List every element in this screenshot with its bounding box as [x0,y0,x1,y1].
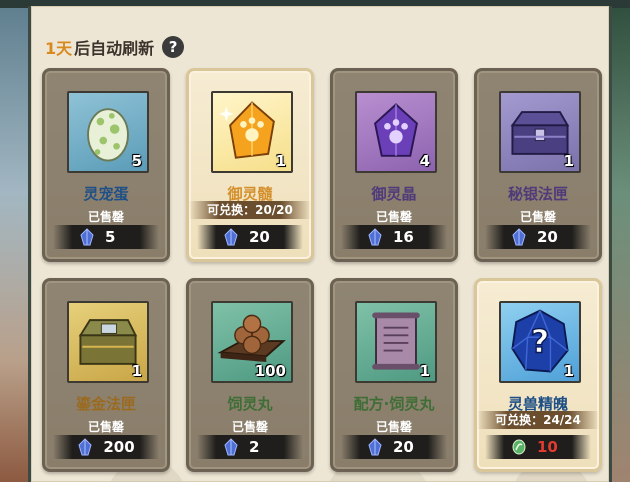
sold-out-label: 已售罄 [519,210,556,224]
help-icon[interactable]: ? [162,36,185,58]
exchange-limit-label: 可兑换：20/20 [189,201,311,219]
blue-crystal-icon [512,228,526,246]
blue-crystal-icon [224,438,238,456]
shop-item-card[interactable]: 1 配方·饲灵丸 已售罄 20 [330,278,458,472]
price-bar: 16 [341,225,447,249]
item-image-box: 100 [211,301,293,383]
blue-crystal-icon [80,228,94,246]
refresh-days: 1天 [45,39,73,58]
item-price: 2 [249,438,260,456]
item-image-box: 1 [67,301,149,383]
shop-item-card[interactable]: ? 1 灵兽精魄 可兑换：24/24 10 [474,278,602,472]
shop-item-card[interactable]: 1 秘银法匣 已售罄 20 [474,68,602,262]
item-name: 饲灵丸 [227,395,273,413]
item-image-box: 1 [499,91,581,173]
price-bar: 2 [197,435,303,459]
price-bar: 5 [53,225,159,249]
exchange-limit-label: 可兑换：24/24 [477,411,599,429]
shop-item-card[interactable]: 1 鎏金法匣 已售罄 200 [42,278,170,472]
item-quantity: 100 [254,362,286,380]
sold-out-label: 已售罄 [375,420,412,434]
shop-item-card[interactable]: 1 御灵髓 可兑换：20/20 20 [186,68,314,262]
sold-out-label: 已售罄 [375,210,412,224]
blue-crystal-icon [368,228,382,246]
item-image-box: ? 1 [499,301,581,383]
shop-item-card[interactable]: 5 灵宠蛋 已售罄 5 [42,68,170,262]
item-quantity: 1 [131,362,142,380]
refresh-text: 后自动刷新 [74,39,155,58]
item-quantity: 1 [275,152,286,170]
item-image-box: 5 [67,91,149,173]
shop-item-card[interactable]: 4 御灵晶 已售罄 16 [330,68,458,262]
item-quantity: 1 [419,362,430,380]
sold-out-label: 已售罄 [231,420,268,434]
background-scenery-right [610,0,630,482]
item-image-box: 1 [355,301,437,383]
price-bar: 20 [341,435,447,459]
background-scenery-left [0,0,30,482]
item-price: 16 [393,228,414,246]
item-quantity: 1 [563,362,574,380]
sold-out-label: 已售罄 [87,210,124,224]
blue-crystal-icon [78,438,92,456]
item-price: 20 [393,438,414,456]
price-bar: 20 [197,225,303,249]
item-quantity: 5 [131,152,142,170]
item-price: 5 [105,228,116,246]
blue-crystal-icon [224,228,238,246]
item-name: 御灵晶 [371,185,417,203]
blue-crystal-icon [368,438,382,456]
item-name: 秘银法匣 [507,185,568,203]
sold-out-label: 已售罄 [87,420,124,434]
price-bar: 20 [485,225,591,249]
svg-text:?: ? [531,322,550,360]
item-price: 20 [537,228,558,246]
item-price: 10 [537,438,558,456]
item-name: 鎏金法匣 [75,395,136,413]
item-quantity: 1 [563,152,574,170]
item-name: 灵宠蛋 [83,185,129,203]
item-name: 配方·饲灵丸 [353,395,435,413]
item-image-box: 1 [211,91,293,173]
price-bar: 10 [485,435,591,459]
item-price: 200 [103,438,135,456]
item-price: 20 [249,228,270,246]
item-image-box: 4 [355,91,437,173]
item-quantity: 4 [419,152,430,170]
shop-panel: 1天 后自动刷新 ? 5 灵宠蛋 已售罄 5 1 御灵髓 可兑换：20/20 2… [28,6,612,482]
refresh-header: 1天 后自动刷新 ? [45,34,185,60]
price-bar: 200 [53,435,159,459]
shop-item-card[interactable]: 100 饲灵丸 已售罄 2 [186,278,314,472]
green-jade-icon [512,439,526,455]
